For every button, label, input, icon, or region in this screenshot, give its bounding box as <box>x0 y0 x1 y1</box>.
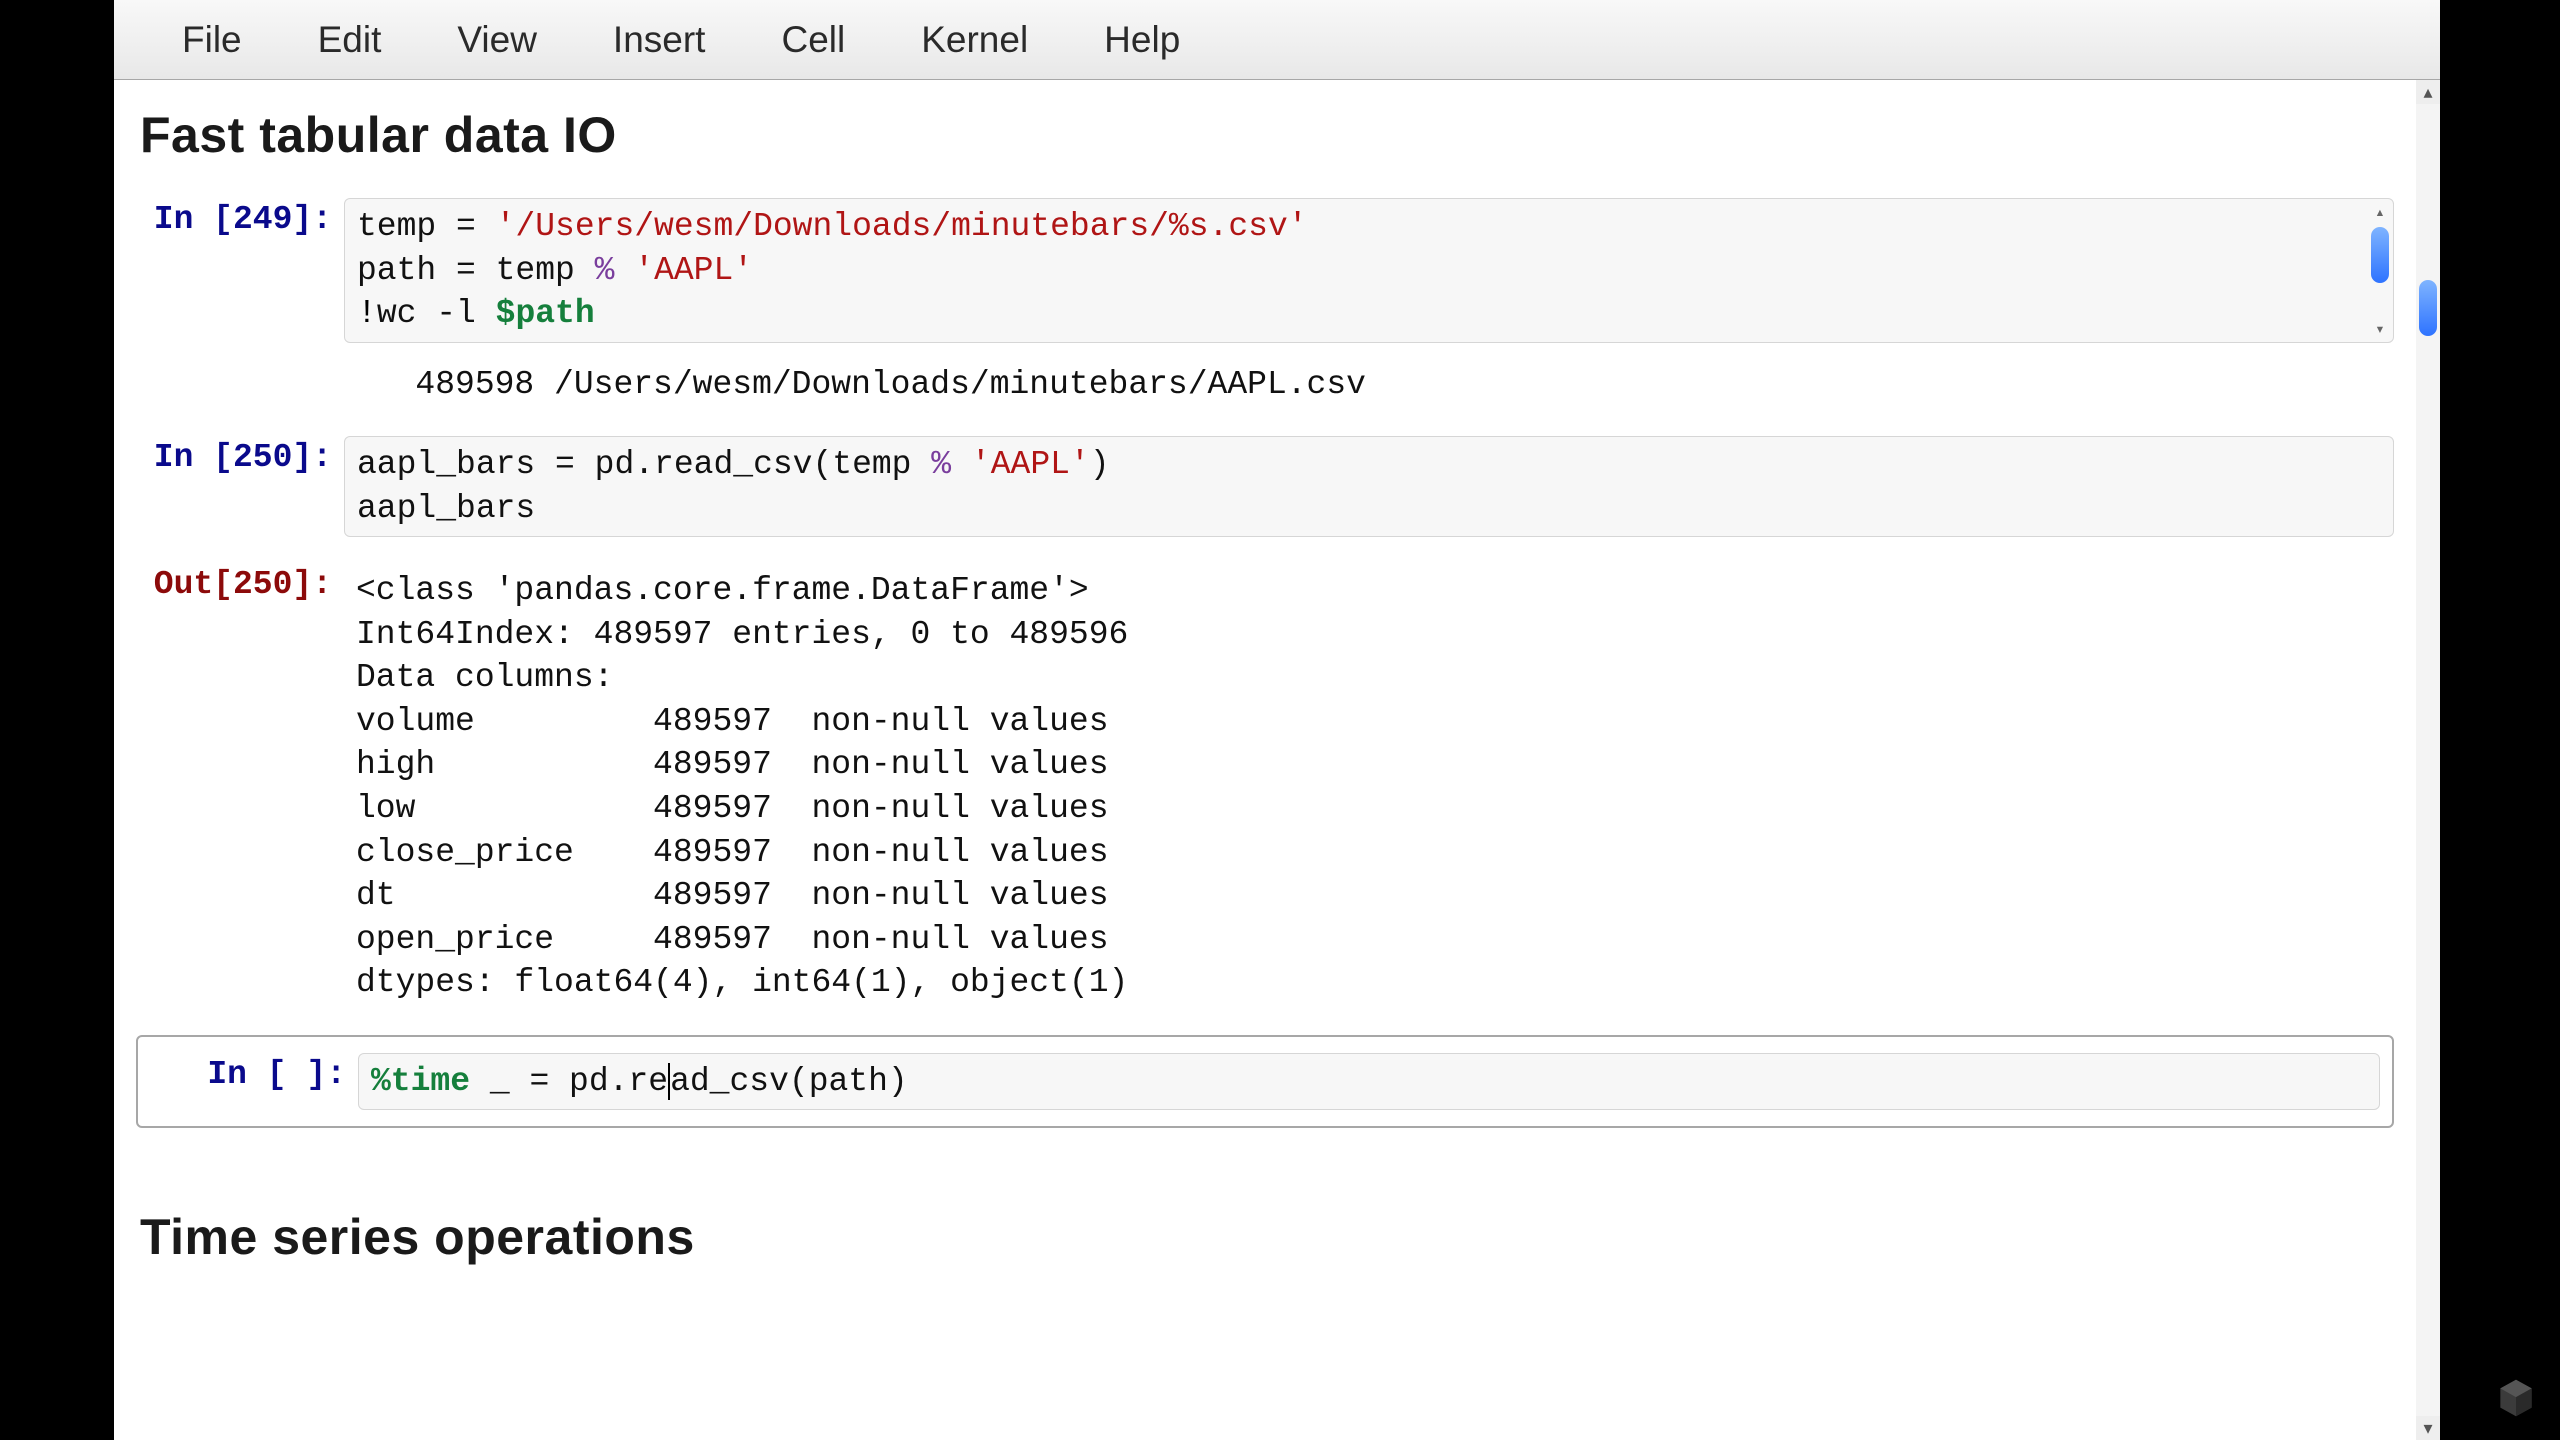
menu-view[interactable]: View <box>419 19 575 61</box>
menubar: File Edit View Insert Cell Kernel Help <box>114 0 2440 80</box>
code-text: _ = pd.re <box>470 1063 668 1100</box>
heading-io: Fast tabular data IO <box>114 80 2416 198</box>
cell-scrollbar[interactable]: ▴▾ <box>2371 203 2389 338</box>
code-text: aapl_bars = pd.read_csv(temp <box>357 446 931 483</box>
watermark-icon <box>2498 1378 2534 1418</box>
code-text: ad_csv(path) <box>670 1063 908 1100</box>
code-cell-249[interactable]: In [249]: temp = '/Users/wesm/Downloads/… <box>136 198 2394 412</box>
code-input-active[interactable]: %time _ = pd.read_csv(path) <box>358 1053 2380 1111</box>
stdout-250: <class 'pandas.core.frame.DataFrame'> In… <box>344 563 2394 1010</box>
stdout-249: 489598 /Users/wesm/Downloads/minutebars/… <box>344 357 2394 413</box>
cell-scroll-up-icon[interactable]: ▴ <box>2371 203 2389 221</box>
code-cell-active[interactable]: In [ ]: %time _ = pd.read_csv(path) <box>136 1035 2394 1129</box>
menu-help[interactable]: Help <box>1066 19 1218 61</box>
code-cell-250[interactable]: In [250]: aapl_bars = pd.read_csv(temp %… <box>136 436 2394 1011</box>
code-text <box>614 252 634 289</box>
code-string: 'AAPL' <box>634 252 753 289</box>
code-input-249[interactable]: temp = '/Users/wesm/Downloads/minutebars… <box>344 198 2394 343</box>
code-shellvar: $path <box>496 295 595 332</box>
notebook-area[interactable]: Fast tabular data IO In [249]: temp = '/… <box>114 80 2416 1440</box>
code-text: wc -l <box>377 295 496 332</box>
code-string: '/Users/wesm/Downloads/minutebars/%s.csv… <box>496 208 1308 245</box>
vertical-scrollbar[interactable]: ▴ ▾ <box>2416 80 2440 1440</box>
cell-scroll-down-icon[interactable]: ▾ <box>2371 320 2389 338</box>
notebook-window: File Edit View Insert Cell Kernel Help ▴… <box>114 0 2440 1440</box>
out-prompt-250: Out[250]: <box>136 563 344 607</box>
menu-insert[interactable]: Insert <box>575 19 744 61</box>
code-text: temp = <box>357 208 496 245</box>
in-prompt-new: In [ ]: <box>150 1053 358 1097</box>
in-prompt-250: In [250]: <box>136 436 344 480</box>
menu-cell[interactable]: Cell <box>743 19 883 61</box>
menu-edit[interactable]: Edit <box>280 19 420 61</box>
scroll-thumb[interactable] <box>2419 280 2437 336</box>
menu-kernel[interactable]: Kernel <box>883 19 1066 61</box>
scroll-up-icon[interactable]: ▴ <box>2416 80 2440 104</box>
code-op: % <box>931 446 951 483</box>
in-prompt-249: In [249]: <box>136 198 344 242</box>
code-text: ) <box>1090 446 1110 483</box>
code-bang: ! <box>357 295 377 332</box>
code-input-250[interactable]: aapl_bars = pd.read_csv(temp % 'AAPL') a… <box>344 436 2394 537</box>
cell-scroll-thumb[interactable] <box>2371 227 2389 283</box>
code-magic: %time <box>371 1063 470 1100</box>
heading-timeseries: Time series operations <box>114 1152 2416 1300</box>
code-text: path = temp <box>357 252 595 289</box>
scroll-down-icon[interactable]: ▾ <box>2416 1416 2440 1440</box>
code-text: aapl_bars <box>357 490 535 527</box>
code-op: % <box>595 252 615 289</box>
code-text <box>951 446 971 483</box>
code-string: 'AAPL' <box>971 446 1090 483</box>
menu-file[interactable]: File <box>144 19 280 61</box>
